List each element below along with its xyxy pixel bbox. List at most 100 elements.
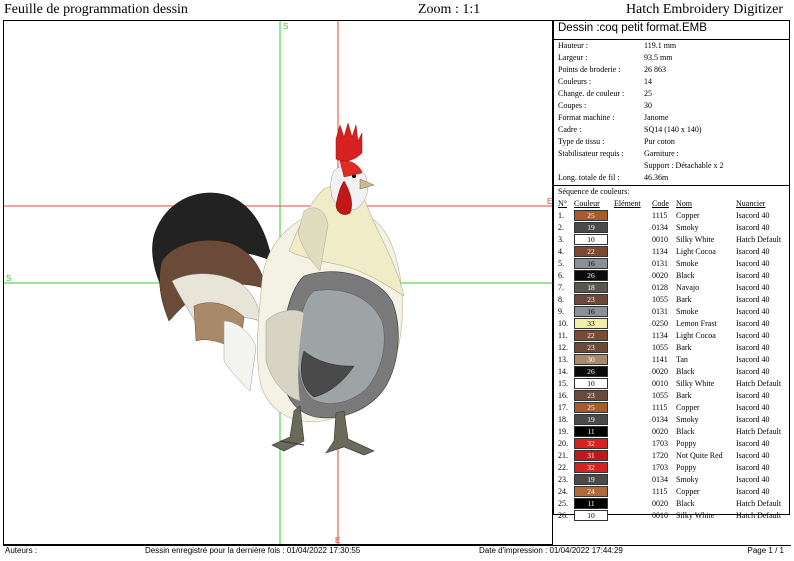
sheet-title: Feuille de programmation dessin	[4, 2, 188, 17]
col-header-color: Couleur	[574, 198, 600, 208]
row-number: 6.	[558, 270, 564, 280]
row-swatch-cell: 19	[574, 413, 614, 425]
row-number: 1.	[558, 210, 564, 220]
color-row: 18. 19 0134 Smoky Isacord 40	[556, 413, 781, 425]
row-swatch-cell: 18	[574, 281, 614, 293]
row-name: Bark	[676, 342, 692, 352]
info-value: 30	[644, 101, 652, 110]
rooster-head	[330, 122, 375, 215]
info-label: Points de broderie :	[558, 65, 621, 74]
guide-label-top: S	[283, 22, 288, 31]
color-row: 25. 11 0020 Black Hatch Default	[556, 497, 781, 509]
row-element	[614, 401, 652, 413]
design-info-panel: Dessin :coq petit format.EMB Hauteur : 11…	[553, 20, 790, 521]
row-name: Silky White	[676, 510, 715, 520]
color-swatch: 26	[574, 365, 608, 377]
row-chart: Isacord 40	[736, 210, 770, 220]
color-swatch: 22	[574, 245, 608, 257]
row-chart: Isacord 40	[736, 414, 770, 424]
row-code: 0010	[652, 378, 668, 388]
color-swatch: 16	[574, 305, 608, 317]
color-swatch: 16	[574, 257, 608, 269]
row-number: 3.	[558, 234, 564, 244]
color-swatch: 10	[574, 509, 608, 521]
row-element	[614, 269, 652, 281]
row-name: Copper	[676, 210, 700, 220]
row-name: Black	[676, 366, 695, 376]
row-element	[614, 425, 652, 437]
row-name: Light Cocoa	[676, 246, 716, 256]
row-code: 1115	[652, 486, 668, 496]
color-row: 4. 22 1134 Light Cocoa Isacord 40	[556, 245, 781, 257]
app-name: Hatch Embroidery Digitizer	[625, 2, 783, 17]
row-name: Tan	[676, 354, 688, 364]
footer-authors: Auteurs :	[5, 546, 38, 555]
row-swatch-cell: 11	[574, 425, 614, 437]
row-name: Bark	[676, 390, 692, 400]
row-element	[614, 245, 652, 257]
row-name: Copper	[676, 402, 700, 412]
color-row: 10. 33 0250 Lemon Frast Isacord 40	[556, 317, 781, 329]
design-filename: Dessin :coq petit format.EMB	[554, 21, 789, 40]
row-chart: Hatch Default	[736, 234, 782, 244]
row-code: 0020	[652, 366, 668, 376]
row-code: 0131	[652, 306, 668, 316]
color-row: 1. 25 1115 Copper Isacord 40	[556, 209, 781, 221]
thread-length-label: Long. totale de fil :	[558, 173, 620, 182]
row-swatch-cell: 10	[574, 377, 614, 389]
row-swatch-cell: 33	[574, 317, 614, 329]
color-swatch: 23	[574, 293, 608, 305]
row-name: Smoky	[676, 474, 699, 484]
row-swatch-cell: 26	[574, 365, 614, 377]
footer-divider	[3, 545, 791, 546]
row-element	[614, 461, 652, 473]
color-row: 7. 18 0128 Navajo Isacord 40	[556, 281, 781, 293]
row-chart: Isacord 40	[736, 270, 770, 280]
row-code: 1055	[652, 294, 668, 304]
row-code: 1703	[652, 438, 668, 448]
row-swatch-cell: 25	[574, 401, 614, 413]
color-sequence-table: N° Couleur Elément Code Nom Nuancier 1. 2…	[556, 197, 781, 521]
color-row: 26. 10 0010 Silky White Hatch Default	[556, 509, 781, 521]
color-swatch: 22	[574, 329, 608, 341]
info-value: Pur coton	[644, 137, 675, 146]
color-row: 8. 23 1055 Bark Isacord 40	[556, 293, 781, 305]
row-number: 21.	[558, 450, 568, 460]
row-number: 8.	[558, 294, 564, 304]
color-swatch: 24	[574, 485, 608, 497]
row-swatch-cell: 10	[574, 233, 614, 245]
row-element	[614, 317, 652, 329]
color-swatch: 23	[574, 389, 608, 401]
row-chart: Isacord 40	[736, 318, 770, 328]
row-number: 26.	[558, 510, 568, 520]
row-chart: Isacord 40	[736, 342, 770, 352]
row-element	[614, 305, 652, 317]
row-swatch-cell: 11	[574, 497, 614, 509]
col-header-number: N°	[558, 198, 567, 208]
row-name: Smoke	[676, 258, 699, 268]
info-value: 14	[644, 77, 652, 86]
color-swatch: 32	[574, 461, 608, 473]
row-number: 11.	[558, 330, 568, 340]
info-label: Format machine :	[558, 113, 615, 122]
color-swatch: 18	[574, 281, 608, 293]
info-value: 26 863	[644, 65, 666, 74]
row-code: 1720	[652, 450, 668, 460]
row-name: Poppy	[676, 438, 697, 448]
row-chart: Isacord 40	[736, 282, 770, 292]
row-chart: Isacord 40	[736, 354, 770, 364]
row-chart: Isacord 40	[736, 438, 770, 448]
row-number: 18.	[558, 414, 568, 424]
row-name: Poppy	[676, 462, 697, 472]
color-swatch: 33	[574, 317, 608, 329]
row-chart: Isacord 40	[736, 306, 770, 316]
row-element	[614, 329, 652, 341]
row-element	[614, 389, 652, 401]
table-header-row: N° Couleur Elément Code Nom Nuancier	[556, 197, 781, 209]
row-element	[614, 449, 652, 461]
color-row: 19. 11 0020 Black Hatch Default	[556, 425, 781, 437]
color-swatch: 23	[574, 341, 608, 353]
row-name: Navajo	[676, 282, 700, 292]
row-name: Smoky	[676, 414, 699, 424]
stabilizer-label: Stabilisateur requis :	[558, 149, 624, 158]
